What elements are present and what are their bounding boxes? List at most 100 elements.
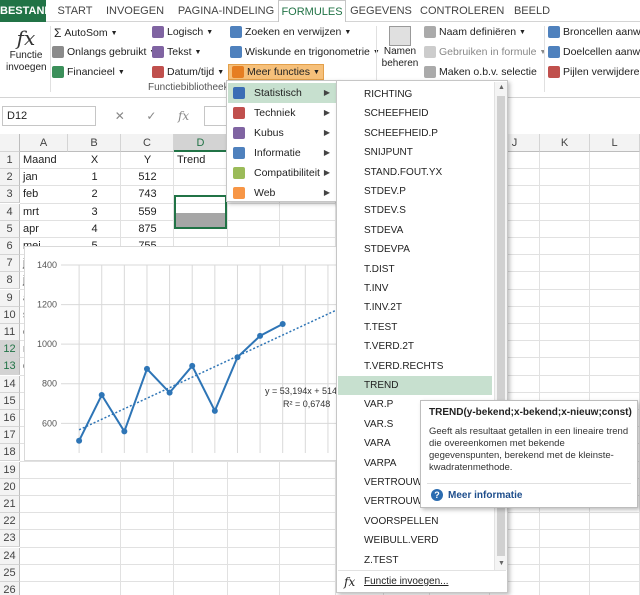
data-cell[interactable]: mrt xyxy=(20,204,68,221)
recent-button[interactable]: Onlangs gebruikt▼ xyxy=(52,46,156,58)
header-cell[interactable]: X xyxy=(68,152,121,169)
name-manager-button[interactable]: Namen beheren xyxy=(380,26,420,70)
remove-arrows-button[interactable]: Pijlen verwijderen xyxy=(548,66,640,78)
row-header-7[interactable]: 7 xyxy=(0,255,20,273)
column-header-a[interactable]: A xyxy=(20,134,68,152)
menu-item-kubus[interactable]: Kubus ▶ xyxy=(228,123,336,143)
row-header-15[interactable]: 15 xyxy=(0,392,20,410)
lookup-button[interactable]: Zoeken en verwijzen ▼ xyxy=(230,26,351,38)
function-item-stand-fout-yx[interactable]: STAND.FOUT.YX xyxy=(338,163,492,182)
data-cell[interactable]: 3 xyxy=(68,204,121,221)
function-item-stdev-p[interactable]: STDEV.P xyxy=(338,182,492,201)
math-button[interactable]: Wiskunde en trigonometrie▼ xyxy=(230,46,380,58)
function-item-weibull-verd[interactable]: WEIBULL.VERD xyxy=(338,531,492,550)
tab-view[interactable]: BEELD xyxy=(508,0,556,22)
row-header-11[interactable]: 11 xyxy=(0,324,20,341)
create-from-selection-button[interactable]: Maken o.b.v. selectie xyxy=(424,66,537,78)
row-header-22[interactable]: 22 xyxy=(0,513,20,531)
scroll-down-icon[interactable]: ▼ xyxy=(496,558,507,570)
function-item-t-inv-2t[interactable]: T.INV.2T xyxy=(338,298,492,317)
row-header-8[interactable]: 8 xyxy=(0,272,20,290)
row-header-6[interactable]: 6 xyxy=(0,238,20,255)
header-cell[interactable]: Trend xyxy=(174,152,228,169)
function-item-t-dist[interactable]: T.DIST xyxy=(338,260,492,279)
column-header-d[interactable]: D xyxy=(174,134,228,152)
row-header-23[interactable]: 23 xyxy=(0,530,20,548)
row-header-19[interactable]: 19 xyxy=(0,461,20,479)
row-header-10[interactable]: 10 xyxy=(0,306,20,324)
menu-item-statistisch[interactable]: Statistisch ▶ xyxy=(228,83,336,103)
select-all-corner[interactable] xyxy=(0,134,20,152)
enter-icon[interactable]: ✓ xyxy=(146,109,156,123)
tab-file[interactable]: BESTAND xyxy=(0,0,52,22)
header-cell[interactable]: Y xyxy=(121,152,174,169)
data-cell[interactable]: 1 xyxy=(68,169,121,186)
menu-item-techniek[interactable]: Techniek ▶ xyxy=(228,103,336,123)
define-name-button[interactable]: Naam definiëren ▼ xyxy=(424,26,526,38)
function-item-stdev-s[interactable]: STDEV.S xyxy=(338,201,492,220)
trace-precedents-button[interactable]: Broncellen aanwij xyxy=(548,26,640,38)
row-header-24[interactable]: 24 xyxy=(0,547,20,565)
autosum-button[interactable]: Σ AutoSom ▼ xyxy=(54,26,118,40)
function-item-trend[interactable]: TREND xyxy=(338,376,492,395)
function-item-scheefheid-p[interactable]: SCHEEFHEID.P xyxy=(338,124,492,143)
column-header-c[interactable]: C xyxy=(121,134,174,152)
row-header-4[interactable]: 4 xyxy=(0,203,20,221)
trace-dependents-button[interactable]: Doelcellen aanwij xyxy=(548,46,640,58)
function-item-t-verd-rechts[interactable]: T.VERD.RECHTS xyxy=(338,357,492,376)
column-header-b[interactable]: B xyxy=(68,134,121,152)
function-item-t-inv[interactable]: T.INV xyxy=(338,279,492,298)
tab-review[interactable]: CONTROLEREN xyxy=(420,0,504,22)
name-box[interactable]: D12 xyxy=(2,106,96,126)
menu-item-compatibiliteit[interactable]: Compatibiliteit ▶ xyxy=(228,163,336,183)
data-cell[interactable]: jan xyxy=(20,169,68,186)
function-item-t-test[interactable]: T.TEST xyxy=(338,318,492,337)
row-header-13[interactable]: 13 xyxy=(0,358,20,376)
row-header-25[interactable]: 25 xyxy=(0,564,20,582)
row-header-3[interactable]: 3 xyxy=(0,186,20,204)
function-item-richting[interactable]: RICHTING xyxy=(338,85,492,104)
tab-formulas[interactable]: FORMULES xyxy=(278,0,346,23)
tab-insert[interactable]: INVOEGEN xyxy=(104,0,166,22)
data-cell[interactable]: 512 xyxy=(121,169,174,186)
data-cell[interactable]: 4 xyxy=(68,221,121,238)
row-header-5[interactable]: 5 xyxy=(0,220,20,238)
text-button[interactable]: Tekst ▼ xyxy=(152,46,201,58)
row-header-17[interactable]: 17 xyxy=(0,427,20,445)
menu-item-web[interactable]: Web ▶ xyxy=(228,183,336,203)
cancel-icon[interactable]: ✕ xyxy=(115,109,125,123)
more-functions-button[interactable]: Meer functies ▼ xyxy=(228,64,324,80)
row-header-12[interactable]: 12 xyxy=(0,341,20,359)
function-item-stdevpa[interactable]: STDEVPA xyxy=(338,240,492,259)
use-in-formula-button[interactable]: Gebruiken in formule ▼ xyxy=(424,46,546,58)
scroll-up-icon[interactable]: ▲ xyxy=(496,82,507,94)
more-info-link[interactable]: ? Meer informatie xyxy=(431,489,522,501)
tab-page-layout[interactable]: PAGINA-INDELING xyxy=(174,0,278,22)
insert-function-button[interactable]: fx Functie invoegen xyxy=(6,26,47,74)
column-header-k[interactable]: K xyxy=(540,134,590,152)
row-header-1[interactable]: 1 xyxy=(0,152,20,169)
row-header-20[interactable]: 20 xyxy=(0,478,20,496)
data-cell[interactable]: feb xyxy=(20,186,68,203)
insert-function-menu-item[interactable]: fx Functie invoegen... xyxy=(338,570,506,592)
data-cell[interactable]: 875 xyxy=(121,221,174,238)
datetime-button[interactable]: Datum/tijd ▼ xyxy=(152,66,224,78)
row-header-9[interactable]: 9 xyxy=(0,289,20,307)
function-item-voorspellen[interactable]: VOORSPELLEN xyxy=(338,512,492,531)
data-cell[interactable]: 743 xyxy=(121,186,174,203)
row-header-2[interactable]: 2 xyxy=(0,169,20,187)
function-item-t-verd-2t[interactable]: T.VERD.2T xyxy=(338,337,492,356)
header-cell[interactable]: Maand xyxy=(20,152,68,169)
line-chart[interactable]: 1400 1200 1000 800 600 y = 53,194x + 514 R² = … xyxy=(24,246,344,461)
selected-cell-d12[interactable] xyxy=(174,195,227,229)
row-header-14[interactable]: 14 xyxy=(0,375,20,393)
function-item-z-test[interactable]: Z.TEST xyxy=(338,551,492,570)
row-header-18[interactable]: 18 xyxy=(0,444,20,462)
data-cell[interactable]: 2 xyxy=(68,186,121,203)
data-cell[interactable]: 559 xyxy=(121,204,174,221)
tab-data[interactable]: GEGEVENS xyxy=(350,0,412,22)
insert-function-icon[interactable]: fx xyxy=(178,109,189,123)
financial-button[interactable]: Financieel ▼ xyxy=(52,66,125,78)
logical-button[interactable]: Logisch ▼ xyxy=(152,26,213,38)
data-cell[interactable]: apr xyxy=(20,221,68,238)
